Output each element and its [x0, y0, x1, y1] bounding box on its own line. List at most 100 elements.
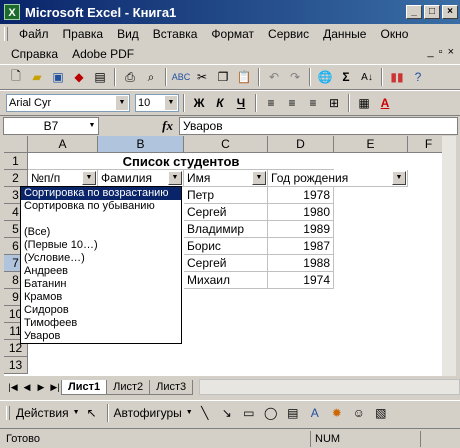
menu-edit[interactable]: Правка	[56, 27, 111, 41]
align-left-icon[interactable]: ≡	[261, 93, 281, 113]
autofilter-arrow-icon[interactable]: ▼	[82, 171, 96, 185]
menu-help[interactable]: Справка	[4, 47, 65, 61]
doc-close-icon[interactable]: ×	[448, 46, 454, 58]
hyperlink-icon[interactable]: 🌐	[315, 67, 335, 87]
print-icon[interactable]: ⎙	[120, 67, 140, 87]
undo-icon[interactable]: ↶	[264, 67, 284, 87]
formula-input[interactable]: Уваров	[179, 117, 458, 135]
fx-icon[interactable]: fx	[99, 118, 179, 134]
menu-view[interactable]: Вид	[110, 27, 146, 41]
menu-data[interactable]: Данные	[316, 27, 373, 41]
print-preview-icon[interactable]: ⌕	[141, 67, 161, 87]
year-cell[interactable]: 1989	[268, 221, 334, 238]
year-cell[interactable]: 1987	[268, 238, 334, 255]
col-header-c[interactable]: C	[184, 136, 268, 153]
select-all-corner[interactable]	[4, 136, 28, 153]
textbox-icon[interactable]: ▤	[283, 403, 303, 423]
col-header-d[interactable]: D	[268, 136, 334, 153]
row-header-1[interactable]: 1	[4, 153, 28, 170]
col-header-e[interactable]: E	[334, 136, 408, 153]
line-icon[interactable]: ╲	[195, 403, 215, 423]
vertical-scrollbar[interactable]	[442, 136, 456, 376]
spelling-icon[interactable]: ABC	[171, 67, 191, 87]
wordart-icon[interactable]: A	[305, 403, 325, 423]
chevron-down-icon[interactable]: ▼	[116, 96, 128, 110]
name-box[interactable]: B7 ▼	[3, 117, 99, 135]
filter-value-option[interactable]: Тимофеев	[21, 317, 181, 330]
row-header-2[interactable]: 2	[4, 170, 28, 187]
help-icon[interactable]: ?	[408, 67, 428, 87]
first-sheet-icon[interactable]: |◀	[6, 382, 20, 393]
menu-file[interactable]: Файл	[12, 27, 56, 41]
minimize-button[interactable]: _	[406, 5, 422, 19]
cut-icon[interactable]: ✂	[192, 67, 212, 87]
font-select[interactable]: Arial Cyr ▼	[6, 94, 130, 112]
tab-sheet3[interactable]: Лист3	[149, 379, 194, 395]
italic-button[interactable]: К	[210, 93, 230, 113]
chevron-down-icon[interactable]: ▼	[86, 118, 98, 134]
permission-icon[interactable]: ▤	[90, 67, 110, 87]
fill-color-icon[interactable]: A	[375, 93, 395, 113]
filter-custom-option[interactable]: (Условие…)	[21, 252, 181, 265]
year-cell[interactable]: 1974	[268, 272, 334, 289]
row-header-13[interactable]: 13	[4, 357, 28, 374]
font-size-select[interactable]: 10 ▼	[135, 94, 179, 112]
year-cell[interactable]: 1988	[268, 255, 334, 272]
horizontal-scrollbar[interactable]	[199, 379, 460, 395]
autofilter-arrow-icon[interactable]: ▼	[252, 171, 266, 185]
col-header-b[interactable]: B	[98, 136, 184, 153]
maximize-button[interactable]: □	[424, 5, 440, 19]
paste-icon[interactable]: 📋	[234, 67, 254, 87]
sort-ascending-option[interactable]: Сортировка по возрастанию	[21, 187, 181, 200]
sheet-title[interactable]: Список студентов	[28, 153, 334, 170]
name-cell[interactable]: Михаил	[184, 272, 268, 289]
year-cell[interactable]: 1978	[268, 187, 334, 204]
sort-descending-option[interactable]: Сортировка по убыванию	[21, 200, 181, 213]
menu-window[interactable]: Окно	[373, 27, 415, 41]
diagram-icon[interactable]: ✹	[327, 403, 347, 423]
filter-top10-option[interactable]: (Первые 10…)	[21, 239, 181, 252]
sort-ascending-icon[interactable]: A↓	[357, 67, 377, 87]
rectangle-icon[interactable]: ▭	[239, 403, 259, 423]
name-cell[interactable]: Владимир	[184, 221, 268, 238]
filter-all-option[interactable]: (Все)	[21, 226, 181, 239]
redo-icon[interactable]: ↷	[285, 67, 305, 87]
actions-menu[interactable]: Действия	[16, 406, 71, 420]
menu-tools[interactable]: Сервис	[261, 27, 316, 41]
last-sheet-icon[interactable]: ▶|	[48, 382, 62, 393]
new-icon[interactable]: 🗋	[6, 67, 26, 87]
chevron-down-icon[interactable]: ▼	[165, 96, 177, 110]
bold-button[interactable]: Ж	[189, 93, 209, 113]
clipart-icon[interactable]: ☺	[349, 403, 369, 423]
toolbar-grip[interactable]	[4, 27, 8, 41]
merge-center-icon[interactable]: ⊞	[324, 93, 344, 113]
autosum-icon[interactable]: Σ	[336, 67, 356, 87]
chart-wizard-icon[interactable]: ▮▮	[387, 67, 407, 87]
picture-icon[interactable]: ▧	[371, 403, 391, 423]
filter-value-option[interactable]: Уваров	[21, 330, 181, 343]
underline-button[interactable]: Ч	[231, 93, 251, 113]
oval-icon[interactable]: ◯	[261, 403, 281, 423]
tab-sheet2[interactable]: Лист2	[106, 379, 151, 395]
name-cell[interactable]: Борис	[184, 238, 268, 255]
pdf-icon[interactable]: ◆	[69, 67, 89, 87]
menu-insert[interactable]: Вставка	[146, 27, 205, 41]
menu-format[interactable]: Формат	[204, 27, 261, 41]
filter-value-option[interactable]: Крамов	[21, 291, 181, 304]
borders-icon[interactable]: ▦	[354, 93, 374, 113]
header-cell[interactable]: Год рождения	[268, 170, 408, 187]
prev-sheet-icon[interactable]: ◀	[20, 382, 34, 393]
save-icon[interactable]: ▣	[48, 67, 68, 87]
toolbar-grip[interactable]	[6, 405, 10, 420]
select-pointer-icon[interactable]: ↖	[82, 403, 102, 423]
tab-sheet1[interactable]: Лист1	[61, 379, 108, 395]
autoshapes-menu[interactable]: Автофигуры	[114, 406, 184, 420]
close-button[interactable]: ×	[442, 5, 458, 19]
filter-value-option[interactable]: Батанин	[21, 278, 181, 291]
year-cell[interactable]: 1980	[268, 204, 334, 221]
copy-icon[interactable]: ❐	[213, 67, 233, 87]
open-icon[interactable]: ▰	[27, 67, 47, 87]
autofilter-arrow-icon[interactable]: ▼	[168, 171, 182, 185]
name-cell[interactable]: Сергей	[184, 204, 268, 221]
filter-value-option[interactable]: Андреев	[21, 265, 181, 278]
